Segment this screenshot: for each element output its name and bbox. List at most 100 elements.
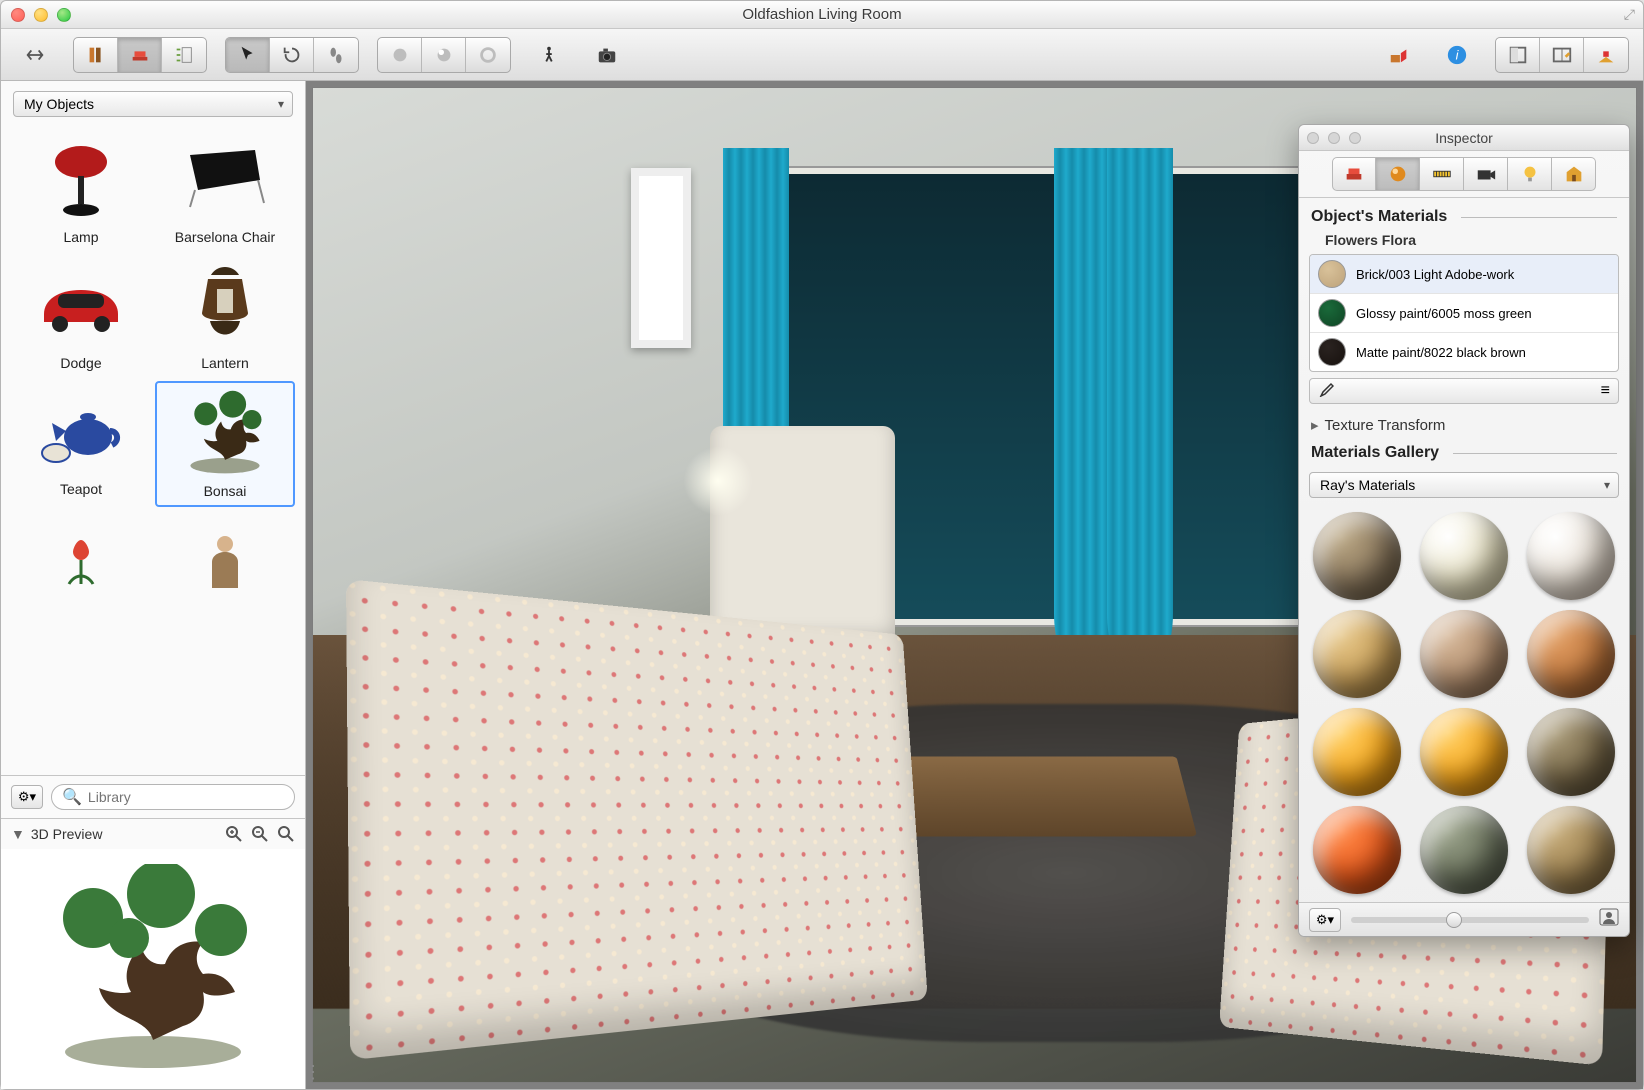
inspector-title: Inspector [1299, 130, 1629, 146]
object-tulip[interactable] [11, 511, 151, 613]
tab-measure[interactable] [1420, 157, 1464, 191]
material-name: Brick/003 Light Adobe-work [1356, 267, 1514, 282]
object-lamp[interactable]: Lamp [11, 129, 151, 251]
snapshot-button[interactable] [587, 38, 627, 72]
material-row[interactable]: Matte paint/8022 black brown [1310, 333, 1618, 371]
object-person[interactable] [155, 511, 295, 613]
library-options-button[interactable]: ⚙︎▾ [11, 785, 43, 809]
view-group [1495, 37, 1629, 73]
library-dimensions-button[interactable] [162, 38, 206, 72]
category-dropdown[interactable]: My Objects [13, 91, 293, 117]
material-ball[interactable] [1313, 610, 1401, 698]
inspector-titlebar[interactable]: Inspector [1299, 125, 1629, 151]
toggle-sidebar-button[interactable] [15, 38, 55, 72]
library-mode-group [73, 37, 207, 73]
lantern-icon [177, 261, 273, 351]
material-ball[interactable] [1313, 806, 1401, 894]
lamp-icon [33, 135, 129, 225]
slider-knob[interactable] [1446, 912, 1462, 928]
material-ball[interactable] [1527, 610, 1615, 698]
viewport-splitter[interactable] [306, 81, 312, 1089]
object-dodge[interactable]: Dodge [11, 255, 151, 377]
bonsai-icon [177, 389, 273, 479]
object-label: Bonsai [204, 483, 247, 499]
material-ball[interactable] [1420, 806, 1508, 894]
object-label: Dodge [60, 355, 101, 371]
library-seating-button[interactable] [118, 38, 162, 72]
object-label: Lamp [63, 229, 98, 245]
materials-section-header: Object's Materials [1299, 198, 1629, 230]
chair-icon [177, 135, 273, 225]
material-ball[interactable] [1420, 610, 1508, 698]
inspector-panel: Inspector Object's Materials Flowers Flo… [1298, 124, 1630, 937]
tulip-icon [33, 517, 129, 607]
window-title: Oldfashion Living Room [1, 6, 1643, 23]
view-2d-button[interactable] [1496, 38, 1540, 72]
object-label: Teapot [60, 481, 102, 497]
material-name: Glossy paint/6005 moss green [1356, 306, 1532, 321]
user-icon[interactable] [1599, 908, 1619, 931]
object-grid: Lamp Barselona Chair Dodge Lantern Teapo… [1, 125, 305, 775]
eyedropper-row[interactable]: ≡ [1309, 378, 1619, 404]
object-label: Barselona Chair [175, 229, 275, 245]
category-dropdown-label: My Objects [24, 96, 94, 112]
material-row[interactable]: Brick/003 Light Adobe-work [1310, 255, 1618, 294]
view-3d-button[interactable] [1584, 38, 1628, 72]
library-furniture-button[interactable] [74, 38, 118, 72]
record-ring-button[interactable] [466, 38, 510, 72]
material-ball[interactable] [1313, 708, 1401, 796]
object-lantern[interactable]: Lantern [155, 255, 295, 377]
view-split-button[interactable] [1540, 38, 1584, 72]
selected-object-name: Flowers Flora [1299, 230, 1629, 254]
material-ball[interactable] [1313, 512, 1401, 600]
record-solid-button[interactable] [378, 38, 422, 72]
object-teapot[interactable]: Teapot [11, 381, 151, 507]
bonsai-preview-icon [33, 864, 273, 1074]
materials-gallery-grid [1299, 504, 1629, 902]
info-button[interactable]: i [1437, 38, 1477, 72]
person-icon [177, 517, 273, 607]
material-ball[interactable] [1420, 708, 1508, 796]
zoom-in-icon[interactable] [225, 825, 243, 843]
texture-transform-disclosure[interactable]: ▸ Texture Transform [1299, 404, 1629, 434]
tab-camera[interactable] [1464, 157, 1508, 191]
gallery-category-dropdown[interactable]: Ray's Materials [1309, 472, 1619, 498]
material-ball[interactable] [1527, 512, 1615, 600]
tab-materials[interactable] [1376, 157, 1420, 191]
texture-transform-label: Texture Transform [1325, 417, 1446, 434]
preview-header[interactable]: ▼ 3D Preview [1, 819, 305, 849]
library-search[interactable]: 🔍 [51, 784, 295, 810]
tab-light[interactable] [1508, 157, 1552, 191]
material-swatch-icon [1318, 338, 1346, 366]
object-bonsai[interactable]: Bonsai [155, 381, 295, 507]
material-ball[interactable] [1420, 512, 1508, 600]
material-ball[interactable] [1527, 806, 1615, 894]
walkthrough-button[interactable] [529, 38, 569, 72]
tab-object[interactable] [1332, 157, 1376, 191]
fullscreen-icon[interactable]: ⤢ [1624, 6, 1635, 23]
material-row[interactable]: Glossy paint/6005 moss green [1310, 294, 1618, 333]
select-tool-button[interactable] [226, 38, 270, 72]
record-sphere-button[interactable] [422, 38, 466, 72]
list-menu-icon[interactable]: ≡ [1601, 382, 1610, 400]
gallery-category-label: Ray's Materials [1320, 477, 1415, 493]
tab-building[interactable] [1552, 157, 1596, 191]
gallery-section-title: Materials Gallery [1311, 444, 1439, 462]
zoom-fit-icon[interactable] [277, 825, 295, 843]
object-barselona-chair[interactable]: Barselona Chair [155, 129, 295, 251]
material-swatch-icon [1318, 299, 1346, 327]
zoom-out-icon[interactable] [251, 825, 269, 843]
warehouse-button[interactable] [1379, 38, 1419, 72]
material-ball[interactable] [1527, 708, 1615, 796]
gallery-options-button[interactable]: ⚙︎▾ [1309, 908, 1341, 932]
tool-group [225, 37, 359, 73]
car-icon [33, 261, 129, 351]
object-label: Lantern [201, 355, 248, 371]
search-icon: 🔍 [62, 787, 82, 807]
record-group [377, 37, 511, 73]
library-search-input[interactable] [88, 789, 284, 805]
preview-viewport[interactable] [1, 849, 305, 1089]
rotate-tool-button[interactable] [270, 38, 314, 72]
walk-tool-button[interactable] [314, 38, 358, 72]
thumbnail-size-slider[interactable] [1351, 917, 1589, 923]
